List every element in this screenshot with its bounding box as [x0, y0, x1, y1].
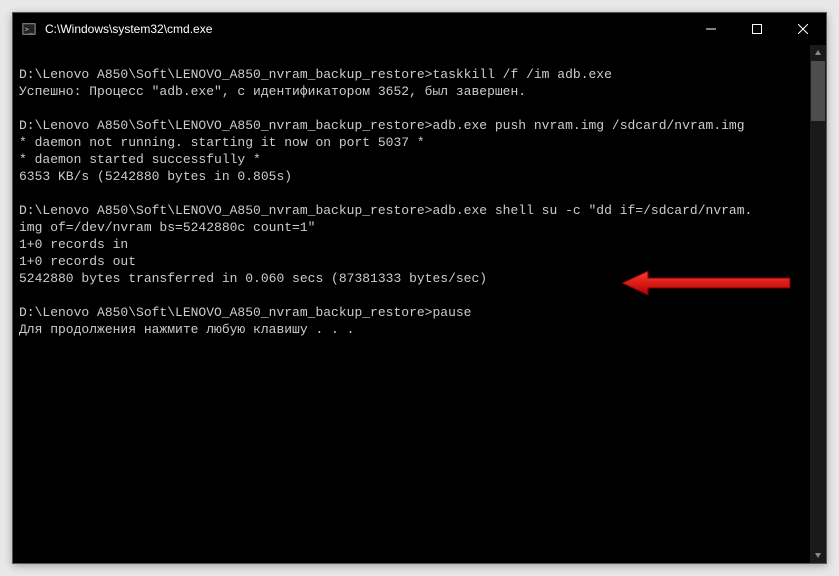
console-line: 1+0 records in [19, 236, 820, 253]
minimize-button[interactable] [688, 13, 734, 45]
scrollbar-vertical[interactable] [810, 45, 826, 563]
console-line: D:\Lenovo A850\Soft\LENOVO_A850_nvram_ba… [19, 117, 820, 134]
close-button[interactable] [780, 13, 826, 45]
console-area: D:\Lenovo A850\Soft\LENOVO_A850_nvram_ba… [13, 45, 826, 563]
console-line: 6353 KB/s (5242880 bytes in 0.805s) [19, 168, 820, 185]
console-line: Для продолжения нажмите любую клавишу . … [19, 321, 820, 338]
console-line [19, 49, 820, 66]
window-title: C:\Windows\system32\cmd.exe [45, 22, 212, 36]
console-line [19, 100, 820, 117]
console-line: 1+0 records out [19, 253, 820, 270]
console-line: Успешно: Процесс "adb.exe", с идентифика… [19, 83, 820, 100]
maximize-button[interactable] [734, 13, 780, 45]
console-line: * daemon not running. starting it now on… [19, 134, 820, 151]
scroll-down-button[interactable] [810, 547, 826, 563]
cmd-window: >_ C:\Windows\system32\cmd.exe D:\Lenovo… [12, 12, 827, 564]
scroll-thumb[interactable] [811, 61, 825, 121]
console-line: D:\Lenovo A850\Soft\LENOVO_A850_nvram_ba… [19, 66, 820, 83]
cmd-icon: >_ [21, 21, 37, 37]
scroll-up-button[interactable] [810, 45, 826, 61]
console-line: D:\Lenovo A850\Soft\LENOVO_A850_nvram_ba… [19, 304, 820, 321]
svg-text:>_: >_ [25, 26, 34, 34]
console-line: 5242880 bytes transferred in 0.060 secs … [19, 270, 820, 287]
console-line: D:\Lenovo A850\Soft\LENOVO_A850_nvram_ba… [19, 202, 820, 219]
console-line: img of=/dev/nvram bs=5242880c count=1" [19, 219, 820, 236]
console-line [19, 185, 820, 202]
console-line [19, 287, 820, 304]
console-line: * daemon started successfully * [19, 151, 820, 168]
titlebar[interactable]: >_ C:\Windows\system32\cmd.exe [13, 13, 826, 45]
console-output[interactable]: D:\Lenovo A850\Soft\LENOVO_A850_nvram_ba… [13, 45, 826, 342]
